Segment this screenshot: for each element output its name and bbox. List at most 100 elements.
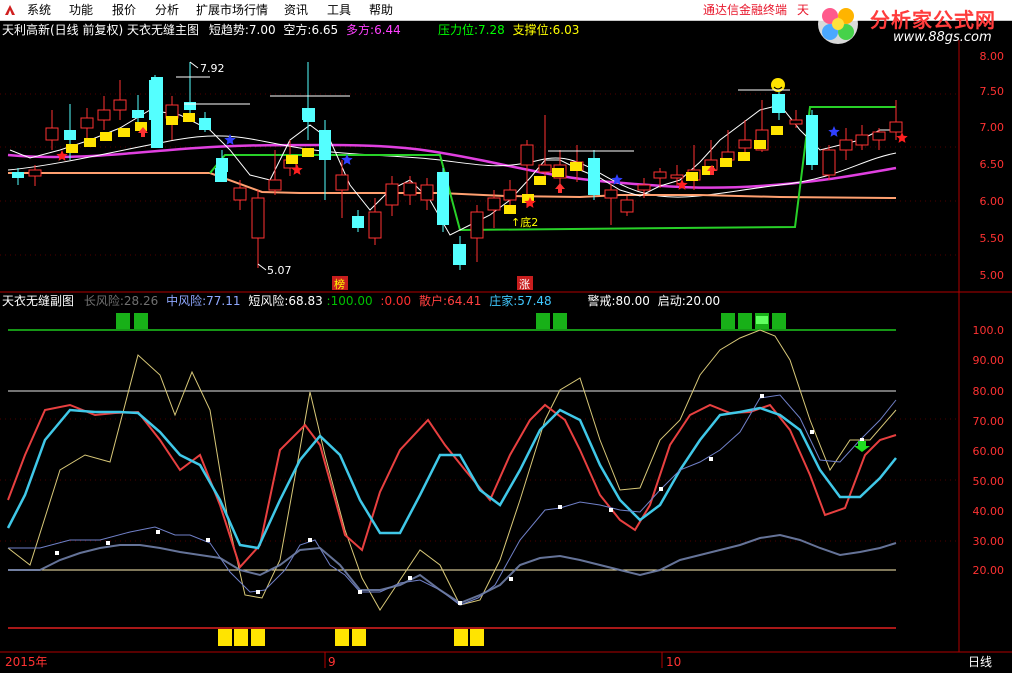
sub-tick: 90.00 xyxy=(973,354,1005,367)
yellow-signal-block xyxy=(100,132,112,141)
promo-text[interactable]: 通达信金融终端 xyxy=(703,0,787,20)
brand-name: 分析家公式网 xyxy=(870,8,996,32)
menu-analysis[interactable]: 分析 xyxy=(155,0,179,20)
menu-tools[interactable]: 工具 xyxy=(327,0,351,20)
chart-canvas: 8.00 7.50 7.00 6.50 6.00 5.50 5.00 100.0… xyxy=(0,40,1012,669)
green-signal-block xyxy=(116,313,130,329)
main-title-line: 天利高新(日线 前复权) 天衣无缝主图 短趋势:7.00 空方:6.65 多方:… xyxy=(2,21,401,39)
candle-body xyxy=(302,108,314,120)
candle-body xyxy=(403,182,417,196)
yellow-signal-block xyxy=(534,176,546,185)
risk-dot xyxy=(308,538,312,542)
menu-extended-market[interactable]: 扩展市场行情 xyxy=(196,0,268,20)
indicator-bull-value: 6.44 xyxy=(374,23,401,37)
green-signal-block xyxy=(553,313,567,329)
sub-reference-lines xyxy=(8,329,896,629)
candle-body xyxy=(839,139,853,151)
menu-system[interactable]: 系统 xyxy=(27,0,51,20)
down-block xyxy=(437,172,449,225)
sub-long-risk-label: 长风险: xyxy=(83,294,124,308)
yellow-signal-block xyxy=(738,152,750,161)
indicator-bear-label: 空方: xyxy=(283,23,312,37)
sell-star-icon xyxy=(56,150,68,161)
menu-function[interactable]: 功能 xyxy=(69,0,93,20)
buy-star-icon xyxy=(611,174,623,185)
retail-line xyxy=(7,403,897,569)
yellow-signal-block xyxy=(302,148,314,157)
yellow-signal-block xyxy=(66,144,78,153)
candle-body xyxy=(620,199,634,213)
sub-alert-label: 警戒: xyxy=(587,294,616,308)
sub-tick: 30.00 xyxy=(973,535,1005,548)
risk-dot xyxy=(206,538,210,542)
price-tick: 7.00 xyxy=(980,121,1005,134)
down-block xyxy=(151,77,163,148)
yellow-signal-block xyxy=(504,205,516,214)
sub-tick: 70.00 xyxy=(973,415,1005,428)
candle-body xyxy=(670,174,684,179)
indicator-bull-label: 多方: xyxy=(346,23,375,37)
main-title-line-2: 压力位:7.28 支撑位:6.03 xyxy=(438,21,579,39)
green-signal-highlight xyxy=(756,316,768,324)
candle-body xyxy=(588,158,600,195)
sub-long-risk-value: 28.26 xyxy=(123,294,159,308)
yellow-signal-block xyxy=(183,113,195,122)
risk-dot xyxy=(609,508,613,512)
price-tick: 8.00 xyxy=(980,50,1005,63)
yellow-bottom-block xyxy=(218,629,232,646)
candle-body xyxy=(199,118,211,128)
risk-dot xyxy=(860,438,864,442)
yellow-signal-block xyxy=(570,162,582,171)
period-label[interactable]: 日线 xyxy=(968,653,992,670)
sub-arrow xyxy=(854,441,870,452)
candle-body xyxy=(487,197,501,211)
down-block xyxy=(588,158,600,195)
candle-body xyxy=(335,174,349,191)
yellow-signal-block xyxy=(686,172,698,181)
down-block xyxy=(303,108,315,122)
candle-body xyxy=(806,115,818,165)
yellow-signal-block xyxy=(522,194,534,203)
sub-mid-risk-value: 77.11 xyxy=(206,294,241,308)
sub-tick: 20.00 xyxy=(973,564,1005,577)
indicator-support-label: 支撑位: xyxy=(512,23,553,37)
indicator-short-trend-label: 短趋势: xyxy=(208,23,249,37)
candle-body xyxy=(12,172,24,178)
menu-news[interactable]: 资讯 xyxy=(284,0,308,20)
sub-signal-blocks xyxy=(116,313,786,646)
date-label-sep: 9 xyxy=(328,655,336,669)
menu-help[interactable]: 帮助 xyxy=(369,0,393,20)
candle-body xyxy=(570,161,584,171)
yellow-signal-block xyxy=(166,116,178,125)
buy-star-icon xyxy=(341,154,353,165)
down-block xyxy=(199,118,211,130)
bear-band-line xyxy=(7,135,897,198)
price-tick: 5.00 xyxy=(980,269,1005,282)
risk-dot xyxy=(358,590,362,594)
high-price-label: 7.92 xyxy=(200,62,225,75)
sub-tick: 50.00 xyxy=(973,475,1005,488)
indicator-support-value: 6.03 xyxy=(552,23,580,37)
menu-quote[interactable]: 报价 xyxy=(112,0,136,20)
bottom-signal-label: ↑底2 xyxy=(511,215,538,229)
candle-body xyxy=(368,211,382,239)
app-logo-icon xyxy=(5,5,15,15)
candle-body xyxy=(855,134,869,146)
price-tick: 7.50 xyxy=(980,85,1005,98)
sub-retail-value: 64.41 xyxy=(447,294,482,308)
yellow-signal-block xyxy=(552,168,564,177)
risk-dot xyxy=(408,576,412,580)
down-block xyxy=(806,115,818,165)
risk-dot xyxy=(509,577,513,581)
sub-mid-risk-label: 中风险: xyxy=(166,294,207,308)
watermark-logo: 分析家公式网 www.88gs.com xyxy=(808,0,1012,48)
candle-body xyxy=(454,244,466,265)
main-chart-title: 天利高新(日线 前复权) 天衣无缝主图 xyxy=(2,23,199,37)
resistance-line xyxy=(209,106,896,232)
sub-start-value: 20.00 xyxy=(685,294,721,308)
candle-body xyxy=(165,104,179,119)
mark-zhang: 涨 xyxy=(519,278,530,291)
candle-body xyxy=(233,187,247,201)
sub-axis: 100.0 90.00 80.00 70.00 60.00 50.00 40.0… xyxy=(973,324,1005,577)
indicator-resistance-value: 7.28 xyxy=(478,23,505,37)
